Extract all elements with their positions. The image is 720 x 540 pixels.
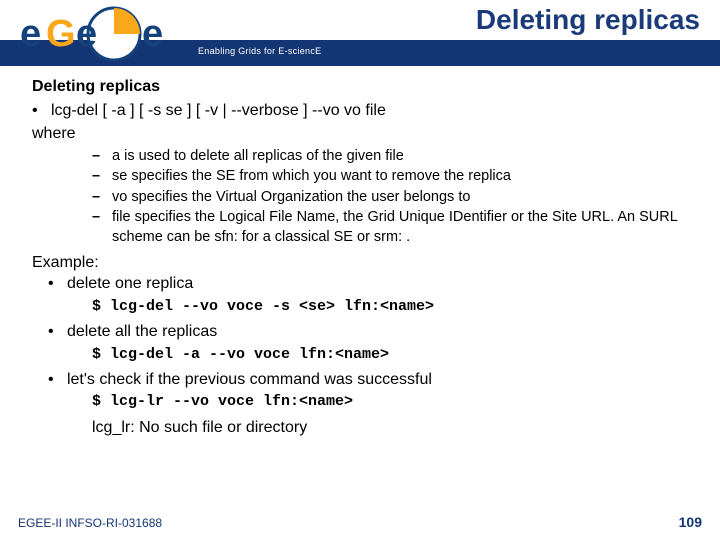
header: e G e e Enabling Grids for E-sciencE Del… [0,0,720,66]
option-row: – vo specifies the Virtual Organization … [92,188,688,208]
example-label: Example: [32,252,688,274]
dash-icon: – [92,167,112,187]
slide-title: Deleting replicas [476,4,700,36]
svg-text:e: e [142,13,163,55]
example-item: • delete all the replicas [32,321,688,343]
dash-icon: – [92,188,112,208]
content: Deleting replicas • lcg-del [ -a ] [ -s … [0,66,720,438]
option-text: se specifies the SE from which you want … [112,167,688,187]
section-heading: Deleting replicas [32,78,160,95]
option-row: – file specifies the Logical File Name, … [92,208,688,247]
svg-text:e: e [20,13,41,55]
page-number: 109 [679,514,702,530]
code-line: $ lcg-lr --vo voce lfn:<name> [32,392,688,412]
svg-text:e: e [76,13,97,55]
svg-text:G: G [46,13,76,55]
code-line: $ lcg-del -a --vo voce lfn:<name> [32,345,688,365]
command-text: lcg-del [ -a ] [ -s se ] [ -v | --verbos… [51,102,386,119]
command-block: Deleting replicas [32,76,688,98]
footer: EGEE-II INFSO-RI-031688 109 [18,514,702,530]
dash-icon: – [92,208,112,247]
where-label: where [32,123,688,145]
example-text: delete all the replicas [67,323,217,340]
logo-area: e G e e [0,0,200,66]
options-list: – a is used to delete all replicas of th… [32,147,688,248]
result-line: lcg_lr: No such file or directory [32,417,688,439]
footer-left: EGEE-II INFSO-RI-031688 [18,516,162,530]
example-item: • delete one replica [32,273,688,295]
example-item: • let's check if the previous command wa… [32,369,688,391]
option-row: – a is used to delete all replicas of th… [92,147,688,167]
option-text: vo specifies the Virtual Organization th… [112,188,688,208]
option-text: a is used to delete all replicas of the … [112,147,688,167]
command-line: • lcg-del [ -a ] [ -s se ] [ -v | --verb… [32,100,688,122]
egee-logo-icon: e G e e [14,6,194,62]
option-text: file specifies the Logical File Name, th… [112,208,688,247]
code-line: $ lcg-del --vo voce -s <se> lfn:<name> [32,297,688,317]
example-text: delete one replica [67,275,193,292]
example-text: let's check if the previous command was … [67,371,432,388]
option-row: – se specifies the SE from which you wan… [92,167,688,187]
dash-icon: – [92,147,112,167]
tagline: Enabling Grids for E-sciencE [198,46,321,56]
